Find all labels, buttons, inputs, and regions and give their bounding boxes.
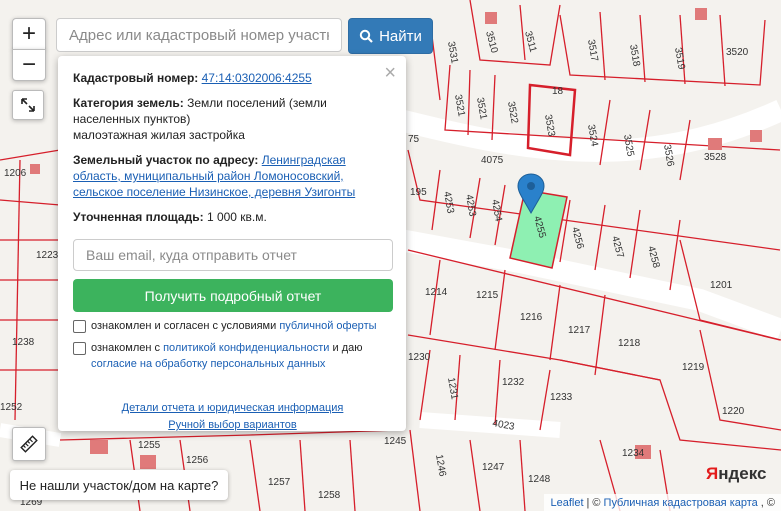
offer-link[interactable]: публичной оферты [279, 320, 376, 332]
svg-text:1246: 1246 [433, 454, 448, 478]
svg-text:1216: 1216 [520, 312, 543, 323]
svg-text:1232: 1232 [502, 377, 525, 388]
land-use-value: малоэтажная жилая застройка [73, 128, 245, 142]
svg-text:1245: 1245 [384, 436, 407, 447]
land-category-label: Категория земель: [73, 96, 184, 110]
svg-text:1220: 1220 [722, 406, 745, 417]
svg-text:1248: 1248 [528, 474, 551, 485]
popup-links: Детали отчета и юридическая информация Р… [73, 400, 392, 434]
svg-text:1233: 1233 [550, 392, 573, 403]
svg-text:1217: 1217 [568, 325, 591, 336]
search-icon [359, 29, 373, 43]
svg-text:1255: 1255 [138, 440, 161, 451]
svg-text:1258: 1258 [318, 490, 341, 501]
svg-text:3519: 3519 [672, 47, 687, 71]
svg-text:3528: 3528 [704, 152, 727, 163]
area-row: Уточненная площадь: 1 000 кв.м. [73, 209, 392, 225]
zoom-in-button[interactable]: + [12, 18, 46, 50]
email-input[interactable] [73, 239, 393, 271]
fullscreen-icon [21, 98, 35, 112]
svg-text:1219: 1219 [682, 362, 705, 373]
privacy-checkbox[interactable] [73, 342, 86, 355]
pkk-link[interactable]: Публичная кадастровая карта [604, 497, 758, 509]
svg-text:1238: 1238 [12, 337, 35, 348]
offer-text: ознакомлен и согласен с условиями публич… [91, 320, 377, 332]
privacy-agreement: ознакомлен с политикой конфиденциальност… [73, 340, 392, 372]
close-icon[interactable]: × [384, 62, 396, 85]
svg-text:3523: 3523 [542, 114, 557, 138]
svg-text:195: 195 [410, 187, 427, 198]
not-found-button[interactable]: Не нашли участок/дом на карте? [10, 470, 228, 500]
svg-text:1218: 1218 [618, 338, 641, 349]
privacy-policy-link[interactable]: политикой конфиденциальности [163, 342, 329, 354]
svg-text:3522: 3522 [505, 101, 520, 125]
privacy-text: ознакомлен с политикой конфиденциальност… [91, 342, 363, 370]
svg-text:1206: 1206 [4, 168, 27, 179]
svg-text:1256: 1256 [186, 455, 209, 466]
parcel-info-popup: × Кадастровый номер: 47:14:0302006:4255 … [58, 56, 406, 431]
yandex-logo: Яндекс [706, 464, 767, 483]
search-input[interactable] [56, 18, 342, 52]
attribution-separator: | © [586, 496, 601, 509]
svg-text:4253: 4253 [441, 191, 456, 215]
svg-text:1257: 1257 [268, 477, 291, 488]
offer-checkbox[interactable] [73, 320, 86, 333]
cadastral-number-label: Кадастровый номер: [73, 71, 199, 85]
area-label: Уточненная площадь: [73, 210, 204, 224]
svg-text:4257: 4257 [609, 235, 625, 260]
svg-text:4258: 4258 [645, 245, 661, 270]
svg-text:1247: 1247 [482, 462, 505, 473]
find-button[interactable]: Найти [348, 18, 433, 54]
svg-text:4075: 4075 [481, 155, 504, 166]
svg-text:3521: 3521 [452, 94, 467, 118]
cadastral-number-row: Кадастровый номер: 47:14:0302006:4255 [73, 70, 392, 86]
svg-text:4253: 4253 [463, 194, 478, 218]
svg-text:3521: 3521 [474, 97, 489, 121]
svg-text:4256: 4256 [569, 226, 585, 251]
manual-selection-link[interactable]: Ручной выбор вариантов [168, 419, 296, 431]
ruler-icon [20, 435, 38, 453]
svg-text:3517: 3517 [585, 39, 600, 63]
svg-text:1230: 1230 [408, 352, 431, 363]
map-attribution: Leaflet | © Публичная кадастровая карта … [544, 494, 781, 511]
attribution-tail: , © [760, 496, 775, 509]
land-category-row: Категория земель: Земли поселений (земли… [73, 95, 392, 143]
find-button-label: Найти [379, 27, 422, 45]
address-label: Земельный участок по адресу: [73, 153, 259, 167]
svg-text:1223: 1223 [36, 250, 59, 261]
svg-text:75: 75 [408, 134, 420, 145]
road [419, 412, 561, 438]
svg-text:1252: 1252 [0, 402, 23, 413]
data-consent-link[interactable]: согласие на обработку персональных данны… [91, 358, 325, 370]
get-report-button[interactable]: Получить подробный отчет [73, 279, 393, 312]
svg-text:1234: 1234 [622, 448, 645, 459]
svg-text:3520: 3520 [726, 47, 749, 58]
svg-text:18: 18 [552, 86, 564, 97]
svg-text:3518: 3518 [627, 44, 642, 68]
zoom-out-button[interactable]: − [12, 49, 46, 81]
leaflet-link[interactable]: Leaflet [550, 497, 583, 509]
address-row: Земельный участок по адресу: Ленинградск… [73, 152, 392, 200]
svg-text:3510: 3510 [483, 30, 499, 55]
ruler-button[interactable] [12, 427, 46, 461]
cadastral-number-link[interactable]: 47:14:0302006:4255 [202, 71, 312, 85]
fullscreen-button[interactable] [12, 90, 44, 120]
area-value: 1 000 кв.м. [206, 210, 267, 224]
svg-text:1214: 1214 [425, 287, 448, 298]
svg-text:1201: 1201 [710, 280, 733, 291]
offer-agreement: ознакомлен и согласен с условиями публич… [73, 318, 392, 334]
svg-text:1215: 1215 [476, 290, 499, 301]
svg-text:3531: 3531 [445, 41, 460, 65]
report-details-link[interactable]: Детали отчета и юридическая информация [122, 402, 344, 414]
